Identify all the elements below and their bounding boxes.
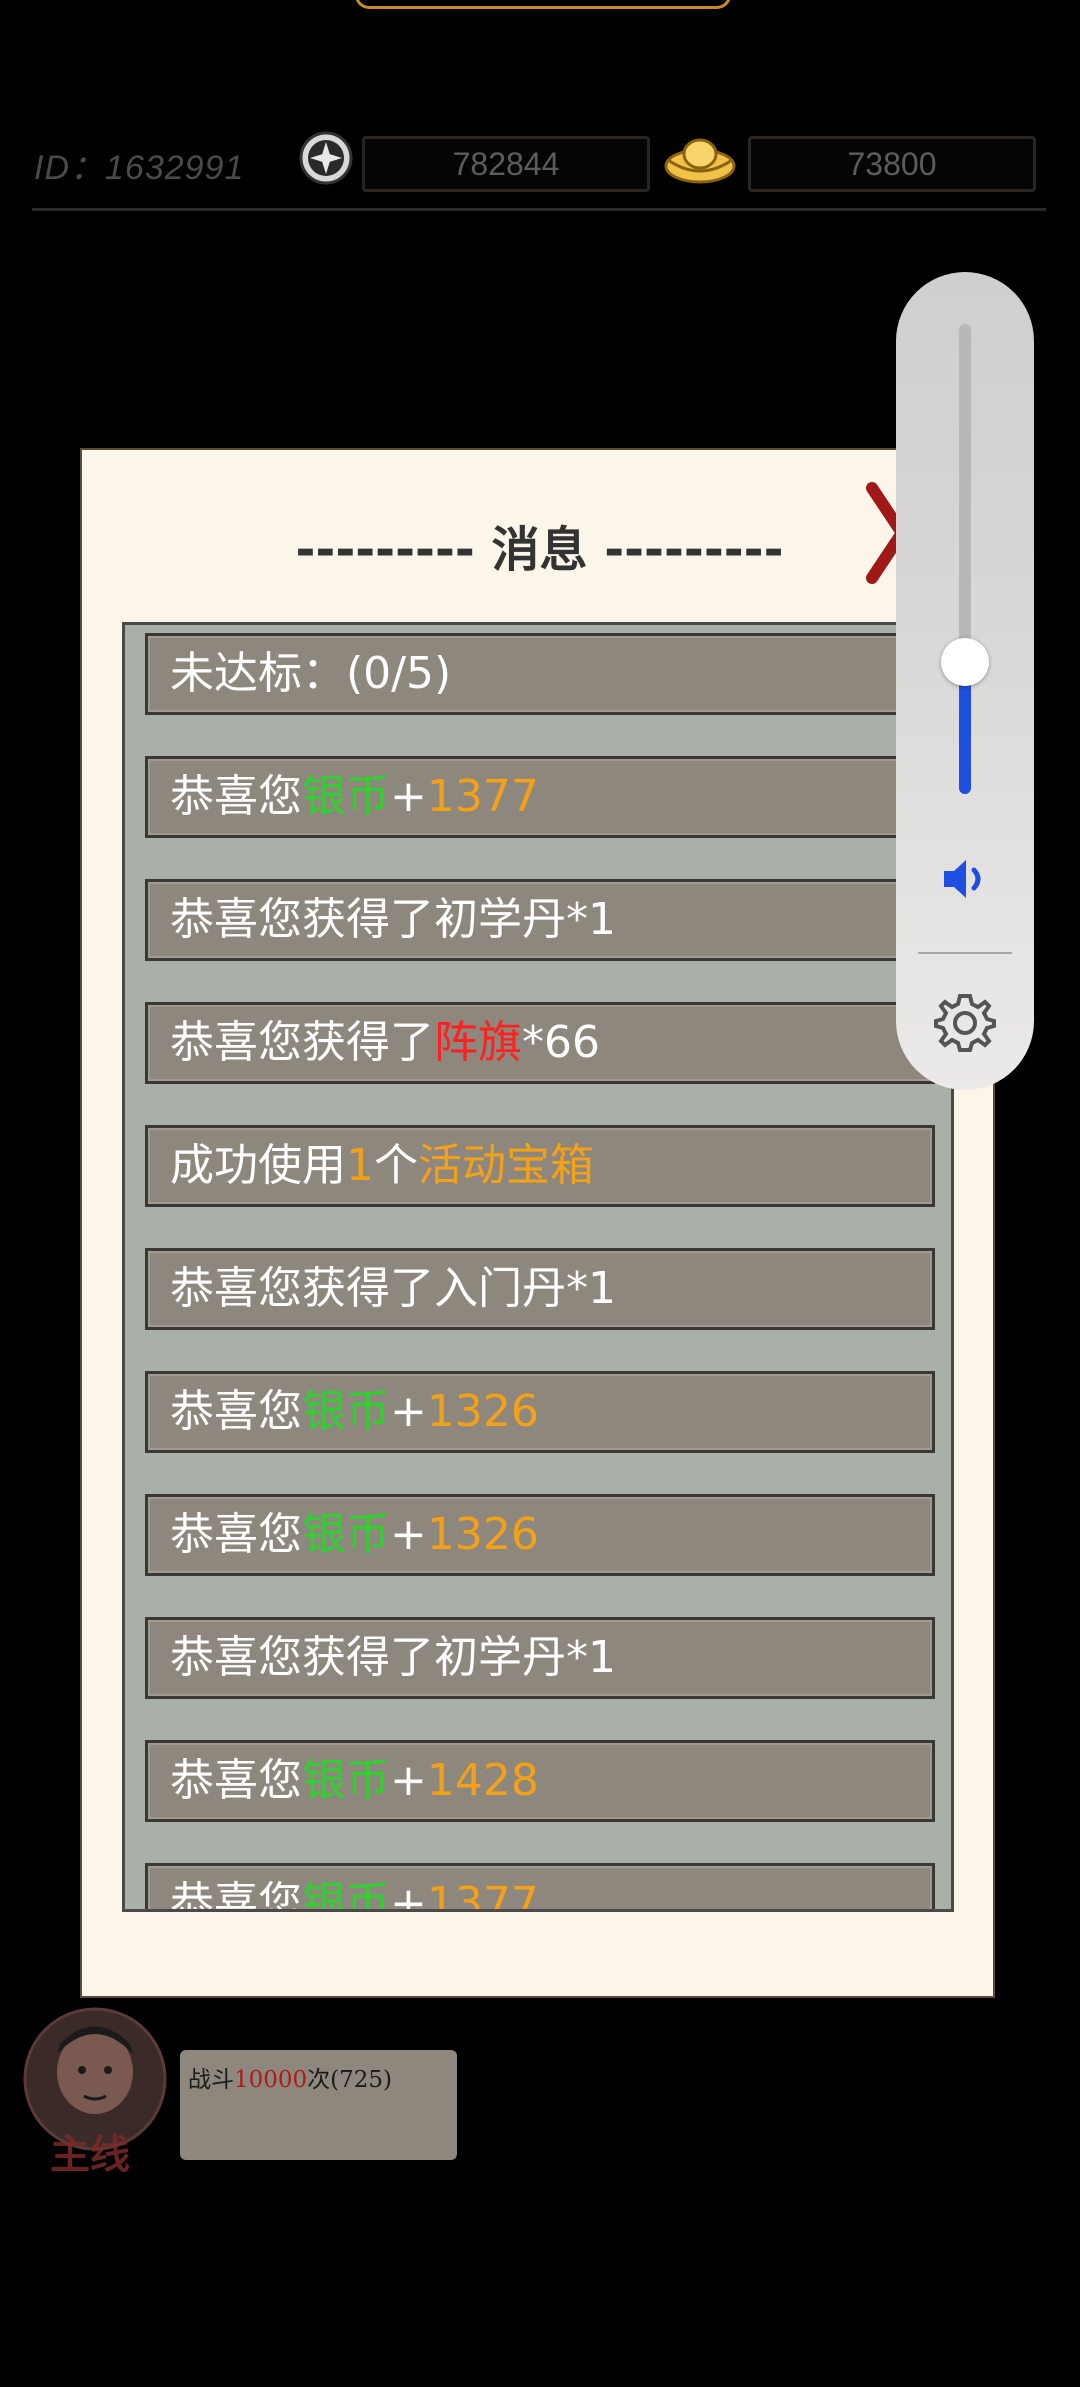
message-text: 1 bbox=[346, 1140, 374, 1191]
speaker-icon[interactable] bbox=[938, 854, 992, 908]
message-row: 成功使用1个活动宝箱 bbox=[145, 1125, 935, 1207]
message-text: 恭喜您 bbox=[170, 771, 302, 822]
message-text: 恭喜您 bbox=[170, 1386, 302, 1437]
message-text: 阵旗 bbox=[434, 1017, 522, 1068]
message-text: 恭喜您 bbox=[170, 1878, 302, 1912]
message-row: 恭喜您银币+1377 bbox=[145, 1863, 935, 1912]
message-row: 恭喜您获得了初学丹*1 bbox=[145, 1617, 935, 1699]
message-text: + bbox=[390, 1509, 427, 1560]
message-row: 恭喜您获得了入门丹*1 bbox=[145, 1248, 935, 1330]
message-row: 恭喜您银币+1428 bbox=[145, 1740, 935, 1822]
volume-panel bbox=[896, 272, 1034, 1090]
quest-count: 10000 bbox=[234, 2067, 308, 2093]
dialog-title: --------- 消息 --------- bbox=[295, 522, 784, 578]
message-text: 恭喜您获得了初学丹*1 bbox=[170, 1632, 616, 1683]
message-row: 恭喜您银币+1326 bbox=[145, 1371, 935, 1453]
message-text: + bbox=[390, 1755, 427, 1806]
message-text: 银币 bbox=[302, 1878, 390, 1912]
message-text: 银币 bbox=[302, 1755, 390, 1806]
message-text: 银币 bbox=[302, 771, 390, 822]
message-text: 活动宝箱 bbox=[418, 1140, 594, 1191]
quest-prefix: 战斗 bbox=[188, 2067, 234, 2093]
message-text: 1377 bbox=[426, 1878, 539, 1912]
volume-divider bbox=[918, 952, 1012, 954]
message-text: 1326 bbox=[426, 1386, 539, 1437]
gear-icon[interactable] bbox=[932, 990, 998, 1060]
message-text: 银币 bbox=[302, 1386, 390, 1437]
quest-text: 战斗10000次(725) bbox=[188, 2060, 392, 2094]
mainline-button[interactable]: 主线 bbox=[20, 2004, 170, 2178]
message-text: 个 bbox=[374, 1140, 418, 1191]
message-row: 恭喜您获得了阵旗*66 bbox=[145, 1002, 935, 1084]
message-text: 银币 bbox=[302, 1509, 390, 1560]
message-dialog: --------- 消息 --------- 未达标：(0/5) 恭喜您银币+13… bbox=[80, 448, 995, 1998]
message-text: 恭喜您获得了初学丹*1 bbox=[170, 894, 616, 945]
divider bbox=[32, 208, 1046, 211]
message-text: 1377 bbox=[426, 771, 539, 822]
mainline-label: 主线 bbox=[50, 2131, 130, 2178]
message-row: 恭喜您银币+1377 bbox=[145, 756, 935, 838]
message-row: 恭喜您获得了初学丹*1 bbox=[145, 879, 935, 961]
top-tab-outline bbox=[355, 0, 731, 9]
message-text: 恭喜您获得了 bbox=[170, 1017, 434, 1068]
message-list[interactable]: 未达标：(0/5) 恭喜您银币+1377 恭喜您获得了初学丹*1 恭喜您获得了阵旗*6… bbox=[122, 622, 954, 1912]
message-text: 恭喜您 bbox=[170, 1755, 302, 1806]
message-text: 恭喜您获得了入门丹*1 bbox=[170, 1263, 616, 1314]
message-text: + bbox=[390, 771, 427, 822]
quest-box[interactable]: 战斗10000次(725) bbox=[180, 2050, 457, 2160]
gold-value: 73800 bbox=[748, 136, 1036, 192]
volume-knob[interactable] bbox=[941, 638, 989, 686]
message-text: 1326 bbox=[426, 1509, 539, 1560]
message-text: 1428 bbox=[426, 1755, 539, 1806]
top-status-bar: ID：1632991 782844 73800 bbox=[0, 120, 1080, 220]
quest-suffix: 次(725) bbox=[307, 2067, 393, 2093]
gold-ingot-icon bbox=[662, 132, 738, 190]
message-text: 恭喜您 bbox=[170, 1509, 302, 1560]
message-text: 未达标：(0/5) bbox=[170, 648, 452, 699]
message-row: 恭喜您银币+1326 bbox=[145, 1494, 935, 1576]
message-text: + bbox=[390, 1878, 427, 1912]
silver-coin-icon bbox=[298, 130, 354, 190]
message-text: + bbox=[390, 1386, 427, 1437]
message-row: 未达标：(0/5) bbox=[145, 633, 935, 715]
message-text: *66 bbox=[522, 1017, 600, 1068]
player-id: ID：1632991 bbox=[34, 149, 245, 187]
silver-value: 782844 bbox=[362, 136, 650, 192]
message-text: 成功使用 bbox=[170, 1140, 346, 1191]
